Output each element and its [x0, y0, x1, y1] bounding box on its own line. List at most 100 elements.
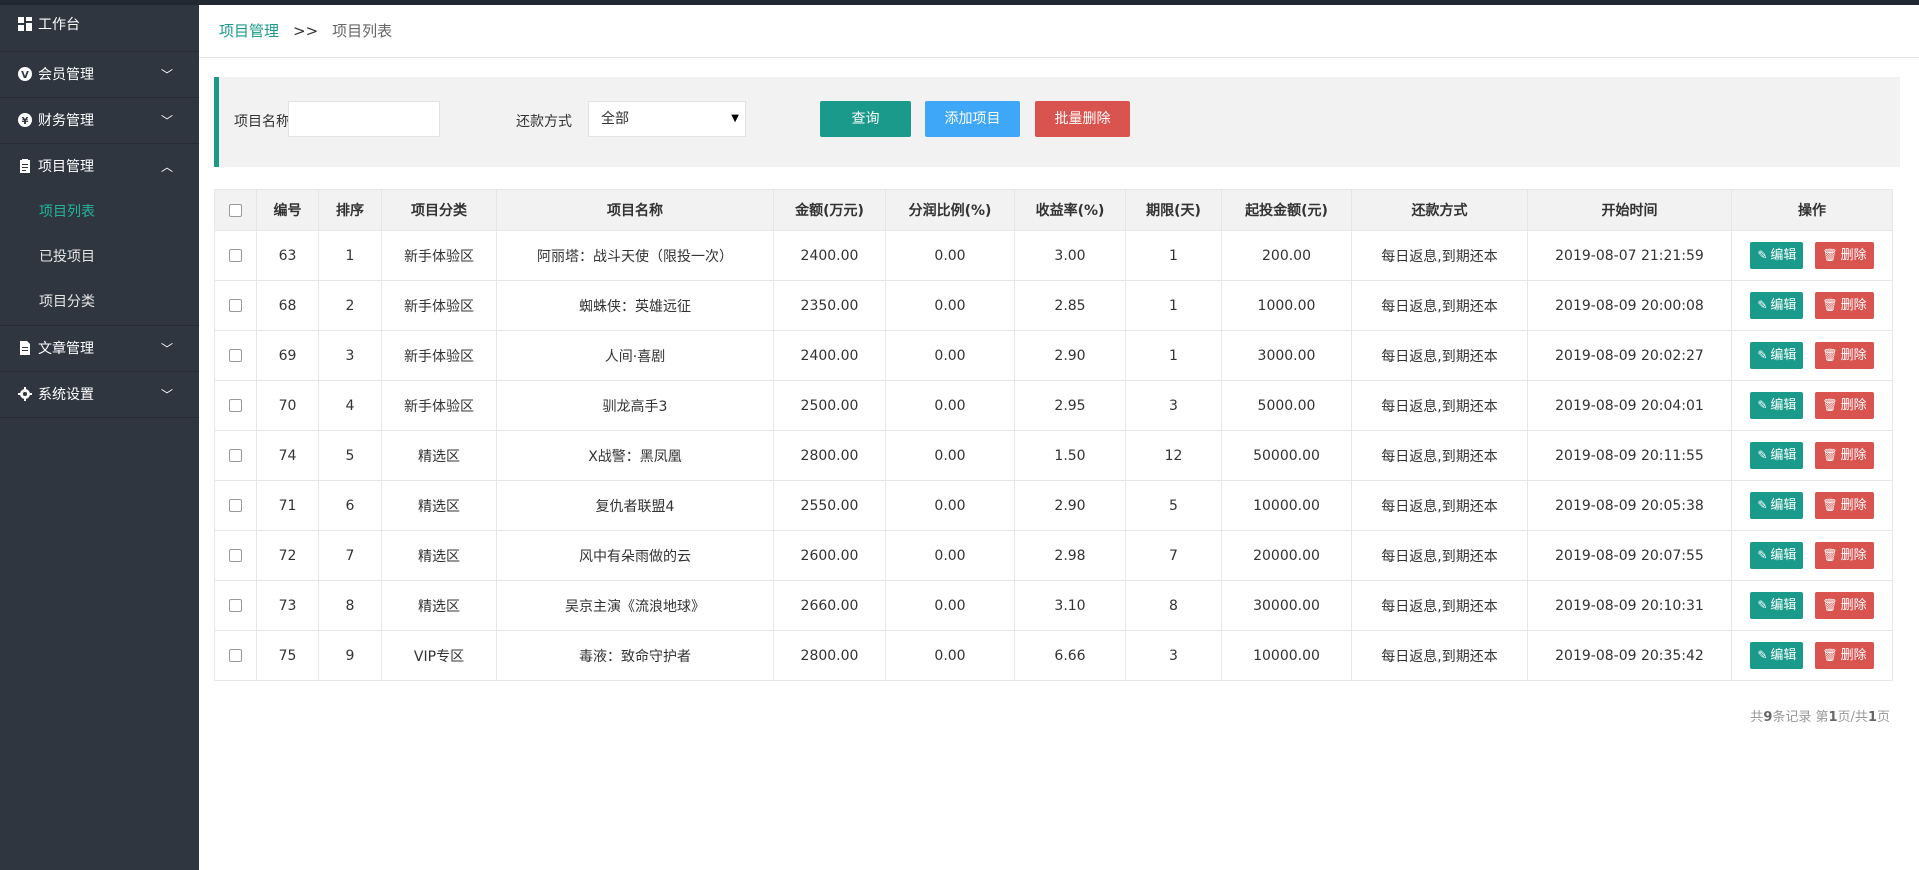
category-cell: 新手体验区 [381, 280, 497, 331]
edit-button[interactable]: ✎ 编辑 [1750, 642, 1804, 669]
row-checkbox[interactable] [229, 549, 242, 562]
edit-icon: ✎ [1757, 448, 1768, 462]
edit-button[interactable]: ✎ 编辑 [1750, 392, 1804, 419]
column-header: 操作 [1731, 189, 1893, 231]
sidebar-item-dashboard[interactable]: 工作台 [0, 5, 199, 52]
select-all-checkbox[interactable] [229, 203, 242, 217]
order-cell: 9 [318, 630, 382, 681]
term-cell: 3 [1125, 630, 1222, 681]
batch-delete-button[interactable]: 批量删除 [1035, 101, 1130, 137]
edit-button[interactable]: ✎ 编辑 [1750, 442, 1804, 469]
project-name-cell: 风中有朵雨做的云 [496, 530, 774, 581]
delete-label: 删除 [1840, 498, 1867, 513]
sidebar-subitem-invested-projects[interactable]: 已投项目 [0, 235, 199, 280]
actions-cell: ✎ 编辑 🗑 删除 [1731, 630, 1893, 681]
min-invest-cell: 10000.00 [1221, 630, 1352, 681]
start-time-cell: 2019-08-09 20:05:38 [1527, 480, 1732, 531]
edit-button[interactable]: ✎ 编辑 [1750, 292, 1804, 319]
amount-cell: 2550.00 [773, 480, 886, 531]
query-button[interactable]: 查询 [820, 101, 911, 137]
column-header: 起投金额(元) [1221, 189, 1352, 231]
actions-cell: ✎ 编辑 🗑 删除 [1731, 580, 1893, 631]
delete-button[interactable]: 🗑 删除 [1815, 642, 1874, 669]
min-invest-cell: 1000.00 [1221, 280, 1352, 331]
share-ratio-cell: 0.00 [885, 430, 1015, 481]
amount-cell: 2400.00 [773, 230, 886, 281]
row-checkbox[interactable] [229, 349, 242, 362]
project-name-input[interactable] [288, 101, 440, 137]
order-cell: 7 [318, 530, 382, 581]
repay-method-select[interactable]: 全部 ▼ [588, 101, 746, 137]
delete-label: 删除 [1840, 248, 1867, 263]
delete-button[interactable]: 🗑 删除 [1815, 592, 1874, 619]
sidebar-subitem-project-categories[interactable]: 项目分类 [0, 280, 199, 325]
actions-cell: ✎ 编辑 🗑 删除 [1731, 230, 1893, 281]
add-project-button[interactable]: 添加项目 [925, 101, 1020, 137]
sidebar-item-finance[interactable]: ¥ 财务管理 ﹀ [0, 98, 199, 144]
trash-icon: 🗑 [1822, 398, 1838, 412]
share-ratio-cell: 0.00 [885, 480, 1015, 531]
repay-method-cell: 每日返息,到期还本 [1351, 580, 1528, 631]
delete-button[interactable]: 🗑 删除 [1815, 542, 1874, 569]
row-checkbox[interactable] [229, 499, 242, 512]
row-checkbox[interactable] [229, 449, 242, 462]
sidebar-subitem-project-list[interactable]: 项目列表 [0, 190, 199, 235]
total-pages: 1 [1867, 710, 1877, 725]
row-checkbox[interactable] [229, 249, 242, 262]
row-checkbox[interactable] [229, 649, 242, 662]
sidebar-item-label: 文章管理 [38, 341, 94, 357]
actions-cell: ✎ 编辑 🗑 删除 [1731, 480, 1893, 531]
repay-method-cell: 每日返息,到期还本 [1351, 380, 1528, 431]
sidebar-item-articles[interactable]: 文章管理 ﹀ [0, 326, 199, 372]
row-select-cell [214, 580, 257, 631]
project-name-label: 项目名称 [234, 114, 290, 130]
edit-button[interactable]: ✎ 编辑 [1750, 492, 1804, 519]
project-name-cell: 蜘蛛侠：英雄远征 [496, 280, 774, 331]
trash-icon: 🗑 [1822, 348, 1838, 362]
delete-button[interactable]: 🗑 删除 [1815, 242, 1874, 269]
id-cell: 73 [256, 580, 319, 631]
edit-icon: ✎ [1757, 648, 1768, 662]
pager-text: 共 [1750, 710, 1764, 725]
column-header: 排序 [318, 189, 382, 231]
row-checkbox[interactable] [229, 399, 242, 412]
delete-button[interactable]: 🗑 删除 [1815, 392, 1874, 419]
yield-cell: 2.85 [1014, 280, 1126, 331]
file-icon [20, 341, 30, 355]
sidebar-item-projects[interactable]: 项目管理 ︿ [0, 144, 199, 190]
share-ratio-cell: 0.00 [885, 280, 1015, 331]
edit-icon: ✎ [1757, 248, 1768, 262]
current-page: 1 [1828, 710, 1838, 725]
delete-button[interactable]: 🗑 删除 [1815, 492, 1874, 519]
table-row: 74 5 精选区 X战警：黑凤凰 2800.00 0.00 1.50 12 50000.00 每日… [214, 430, 1893, 481]
trash-icon: 🗑 [1822, 298, 1838, 312]
row-checkbox[interactable] [229, 599, 242, 612]
edit-button[interactable]: ✎ 编辑 [1750, 592, 1804, 619]
table-row: 63 1 新手体验区 阿丽塔：战斗天使（限投一次） 2400.00 0.00 3.00 1 20… [214, 230, 1893, 281]
delete-button[interactable]: 🗑 删除 [1815, 442, 1874, 469]
breadcrumb-root-link[interactable]: 项目管理 [219, 22, 279, 40]
edit-icon: ✎ [1757, 498, 1768, 512]
edit-icon: ✎ [1757, 598, 1768, 612]
id-cell: 63 [256, 230, 319, 281]
delete-button[interactable]: 🗑 删除 [1815, 292, 1874, 319]
actions-cell: ✎ 编辑 🗑 删除 [1731, 280, 1893, 331]
edit-button[interactable]: ✎ 编辑 [1750, 542, 1804, 569]
table-row: 75 9 VIP专区 毒液：致命守护者 2800.00 0.00 6.66 3 10000.00… [214, 630, 1893, 681]
min-invest-cell: 200.00 [1221, 230, 1352, 281]
edit-button[interactable]: ✎ 编辑 [1750, 242, 1804, 269]
delete-label: 删除 [1840, 448, 1867, 463]
amount-cell: 2400.00 [773, 330, 886, 381]
repay-method-cell: 每日返息,到期还本 [1351, 280, 1528, 331]
repay-method-cell: 每日返息,到期还本 [1351, 630, 1528, 681]
repay-method-label: 还款方式 [516, 114, 572, 130]
sidebar-item-settings[interactable]: 系统设置 ﹀ [0, 372, 199, 418]
amount-cell: 2660.00 [773, 580, 886, 631]
edit-button[interactable]: ✎ 编辑 [1750, 342, 1804, 369]
sidebar-item-members[interactable]: V 会员管理 ﹀ [0, 52, 199, 98]
row-checkbox[interactable] [229, 299, 242, 312]
delete-button[interactable]: 🗑 删除 [1815, 342, 1874, 369]
delete-label: 删除 [1840, 298, 1867, 313]
repay-method-cell: 每日返息,到期还本 [1351, 530, 1528, 581]
term-cell: 7 [1125, 530, 1222, 581]
